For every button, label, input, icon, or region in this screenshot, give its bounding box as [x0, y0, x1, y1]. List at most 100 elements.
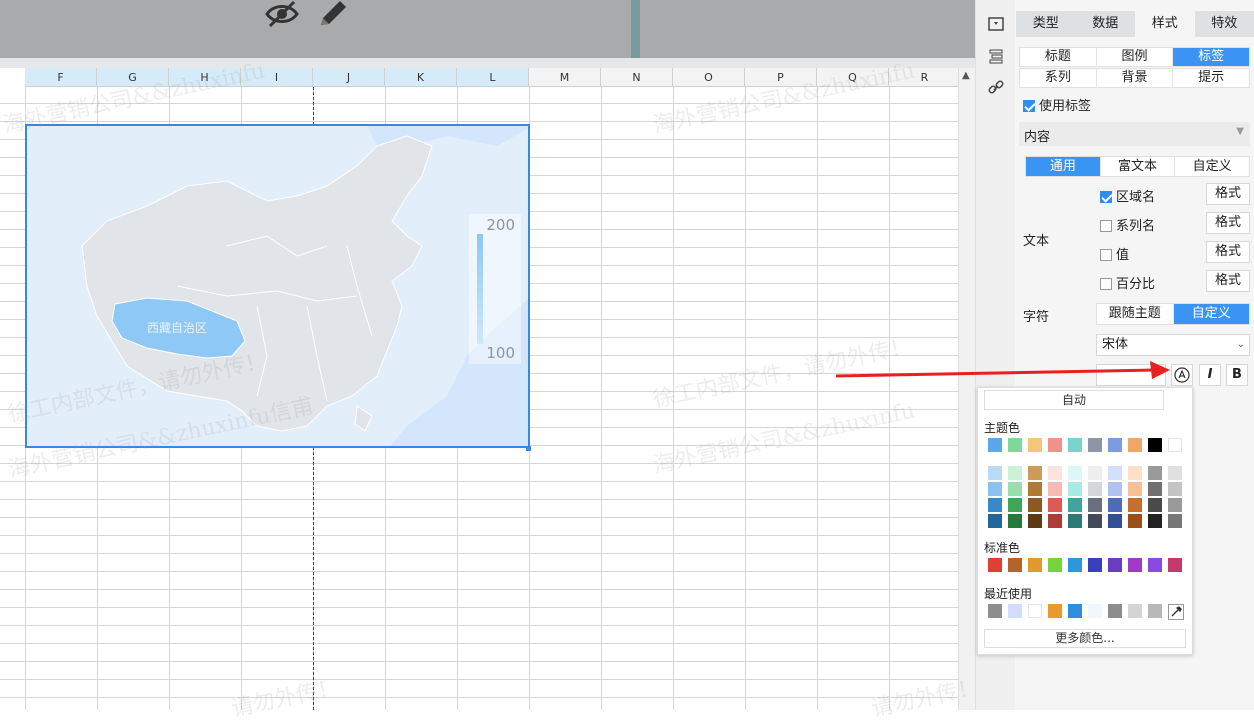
theme-swatch[interactable] — [988, 438, 1002, 452]
recent-swatch[interactable] — [1008, 604, 1022, 618]
column-header[interactable]: I — [241, 68, 313, 87]
edit-pencil-icon[interactable] — [314, 0, 350, 28]
theme-shade-swatch[interactable] — [1088, 466, 1102, 480]
theme-shade-swatch[interactable] — [1108, 498, 1122, 512]
recent-swatch[interactable] — [1108, 604, 1122, 618]
column-header[interactable]: Q — [817, 68, 889, 87]
checkbox-icon[interactable] — [1100, 249, 1112, 261]
bold-button[interactable]: B — [1226, 364, 1248, 386]
eyedropper-icon[interactable] — [1168, 604, 1184, 620]
theme-shade-swatch[interactable] — [1168, 498, 1182, 512]
vertical-scrollbar[interactable]: ▲ — [958, 68, 975, 710]
standard-swatch[interactable] — [1008, 558, 1022, 572]
standard-swatch[interactable] — [1028, 558, 1042, 572]
option-percent[interactable]: 百分比 — [1100, 273, 1155, 292]
theme-shade-swatch[interactable] — [1108, 466, 1122, 480]
theme-swatch[interactable] — [1088, 438, 1102, 452]
subtab-legend[interactable]: 图例 — [1097, 48, 1174, 66]
standard-swatch[interactable] — [1088, 558, 1102, 572]
scroll-up-icon[interactable]: ▲ — [962, 70, 970, 81]
font-color-button[interactable] — [1171, 364, 1193, 386]
theme-shade-swatch[interactable] — [1168, 482, 1182, 496]
column-header[interactable]: N — [601, 68, 673, 87]
option-value[interactable]: 值 — [1100, 244, 1129, 263]
recent-swatch[interactable] — [988, 604, 1002, 618]
theme-shade-swatch[interactable] — [1028, 514, 1042, 528]
theme-shade-swatch[interactable] — [1148, 466, 1162, 480]
theme-shade-swatch[interactable] — [1128, 498, 1142, 512]
theme-shade-swatch[interactable] — [1088, 514, 1102, 528]
theme-shade-swatch[interactable] — [1048, 514, 1062, 528]
theme-shade-swatch[interactable] — [1028, 466, 1042, 480]
theme-shade-swatch[interactable] — [1008, 498, 1022, 512]
subtab-series[interactable]: 系列 — [1020, 69, 1097, 87]
theme-shade-swatch[interactable] — [1168, 466, 1182, 480]
theme-shade-swatch[interactable] — [1068, 514, 1082, 528]
hide-eye-icon[interactable] — [264, 0, 300, 28]
theme-swatch[interactable] — [1048, 438, 1062, 452]
column-header[interactable]: H — [169, 68, 241, 87]
theme-shade-swatch[interactable] — [1048, 466, 1062, 480]
theme-shade-swatch[interactable] — [1128, 514, 1142, 528]
checkbox-icon[interactable] — [1100, 278, 1112, 290]
recent-swatch[interactable] — [1088, 604, 1102, 618]
standard-swatch[interactable] — [1068, 558, 1082, 572]
column-header[interactable]: F — [25, 68, 97, 87]
column-header[interactable]: O — [673, 68, 745, 87]
tab-effects[interactable]: 特效 — [1195, 11, 1254, 37]
recent-swatch[interactable] — [1028, 604, 1042, 618]
column-header[interactable]: R — [889, 68, 961, 87]
checkbox-icon[interactable] — [1023, 100, 1035, 112]
theme-shade-swatch[interactable] — [1148, 482, 1162, 496]
tab-type[interactable]: 类型 — [1016, 11, 1076, 37]
tab-richtext[interactable]: 富文本 — [1101, 157, 1176, 176]
theme-shade-swatch[interactable] — [1108, 514, 1122, 528]
theme-shade-swatch[interactable] — [988, 466, 1002, 480]
component-icon[interactable] — [986, 14, 1006, 34]
format-button-value[interactable]: 格式 — [1206, 241, 1250, 263]
recent-swatch[interactable] — [1148, 604, 1162, 618]
theme-shade-swatch[interactable] — [988, 514, 1002, 528]
column-header[interactable]: P — [745, 68, 817, 87]
tab-custom[interactable]: 自定义 — [1175, 157, 1249, 176]
collapse-arrow-icon[interactable]: ▼ — [1236, 126, 1244, 137]
resize-handle[interactable] — [526, 446, 531, 451]
tab-general[interactable]: 通用 — [1026, 157, 1101, 176]
theme-shade-swatch[interactable] — [1068, 466, 1082, 480]
theme-shade-swatch[interactable] — [1048, 498, 1062, 512]
font-size-select[interactable] — [1096, 364, 1166, 386]
tab-data[interactable]: 数据 — [1076, 11, 1136, 37]
theme-shade-swatch[interactable] — [1148, 514, 1162, 528]
theme-shade-swatch[interactable] — [1128, 466, 1142, 480]
theme-swatch[interactable] — [1168, 438, 1182, 452]
checkbox-icon[interactable] — [1100, 220, 1112, 232]
option-region-name[interactable]: 区域名 — [1100, 186, 1155, 205]
theme-swatch[interactable] — [1068, 438, 1082, 452]
option-series-name[interactable]: 系列名 — [1100, 215, 1155, 234]
column-header[interactable]: K — [385, 68, 457, 87]
theme-swatch[interactable] — [1108, 438, 1122, 452]
theme-shade-swatch[interactable] — [1068, 498, 1082, 512]
theme-shade-swatch[interactable] — [1008, 466, 1022, 480]
mode-follow-theme[interactable]: 跟随主题 — [1097, 304, 1174, 324]
standard-swatch[interactable] — [1048, 558, 1062, 572]
mode-custom[interactable]: 自定义 — [1174, 304, 1250, 324]
legend-gradient-bar[interactable] — [477, 234, 483, 344]
theme-shade-swatch[interactable] — [1108, 482, 1122, 496]
recent-swatch[interactable] — [1128, 604, 1142, 618]
map-chart[interactable]: 西藏自治区 200 100 — [25, 124, 530, 448]
theme-shade-swatch[interactable] — [988, 498, 1002, 512]
theme-swatch[interactable] — [1148, 438, 1162, 452]
theme-shade-swatch[interactable] — [988, 482, 1002, 496]
theme-shade-swatch[interactable] — [1068, 482, 1082, 496]
theme-shade-swatch[interactable] — [1088, 482, 1102, 496]
theme-shade-swatch[interactable] — [1048, 482, 1062, 496]
format-button-series[interactable]: 格式 — [1206, 212, 1250, 234]
theme-swatch[interactable] — [1028, 438, 1042, 452]
subtab-background[interactable]: 背景 — [1097, 69, 1174, 87]
subtab-label[interactable]: 标签 — [1173, 48, 1249, 66]
theme-shade-swatch[interactable] — [1028, 482, 1042, 496]
column-header[interactable]: J — [313, 68, 385, 87]
column-header[interactable]: M — [529, 68, 601, 87]
theme-shade-swatch[interactable] — [1028, 498, 1042, 512]
